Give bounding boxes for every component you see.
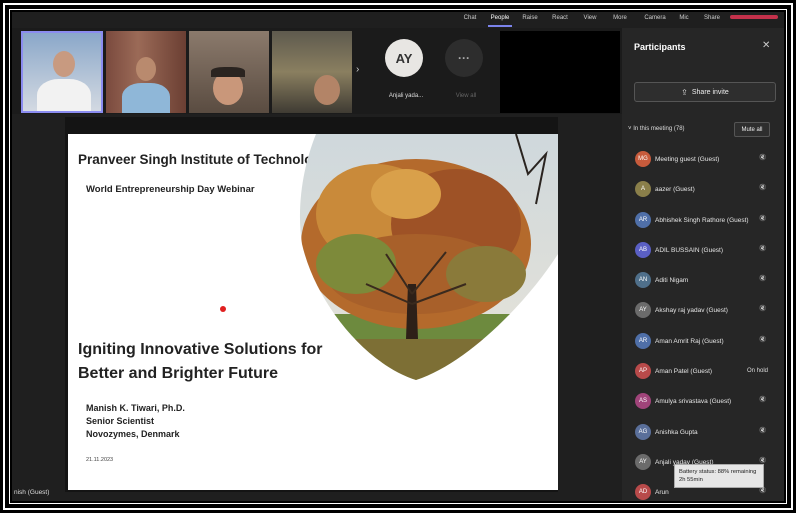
person-hair bbox=[211, 67, 245, 77]
share-icon: ⇪ bbox=[681, 87, 688, 97]
participant-avatar: AG bbox=[635, 423, 651, 440]
leave-button[interactable] bbox=[730, 15, 778, 19]
participant-avatar: AR bbox=[635, 211, 651, 228]
slide-subtitle: World Entrepreneurship Day Webinar bbox=[86, 184, 255, 195]
participant-list: MG Meeting guest (Guest) 🔇 Aaazer (Guest) 🔇 A… bbox=[622, 146, 784, 501]
toolbar-more-button[interactable]: More bbox=[602, 15, 638, 21]
video-gallery-strip: › AY Anjali yada... ··· View all bbox=[12, 28, 622, 114]
shared-content-stage: Pranveer Singh Institute of Technology W… bbox=[12, 114, 622, 501]
avatar: AY bbox=[385, 39, 423, 77]
participant-name: Akshay raj yadav (Guest) bbox=[655, 307, 728, 315]
mic-muted-icon: 🔇 bbox=[759, 215, 767, 222]
participant-row[interactable]: AN Aditi Nigam 🔇 bbox=[622, 267, 784, 297]
video-tile-participant-1[interactable] bbox=[21, 31, 103, 113]
mute-all-button[interactable]: Mute all bbox=[734, 122, 770, 137]
person-head bbox=[53, 51, 75, 77]
avatar-tile[interactable]: AY Anjali yada... bbox=[378, 31, 432, 113]
slide-institute: Pranveer Singh Institute of Technology bbox=[78, 152, 329, 167]
share-invite-button[interactable]: ⇪ Share invite bbox=[634, 82, 776, 102]
panel-title: Participants bbox=[634, 42, 686, 52]
mic-muted-icon: 🔇 bbox=[759, 185, 767, 192]
battery-status-line-2: 2h 55min bbox=[679, 477, 703, 483]
active-tab-indicator bbox=[488, 25, 512, 27]
in-meeting-section-toggle[interactable]: ˅ In this meeting (78) bbox=[628, 126, 685, 132]
presenter-name-tag: nish (Guest) bbox=[14, 489, 50, 496]
participant-row[interactable]: MG Meeting guest (Guest) 🔇 bbox=[622, 146, 784, 176]
participant-name: Arun bbox=[655, 489, 669, 497]
participant-name: Anishka Gupta bbox=[655, 428, 698, 436]
toolbar-share-button[interactable]: Share bbox=[694, 15, 730, 21]
video-tile-participant-3[interactable] bbox=[189, 31, 269, 113]
mic-muted-icon: 🔇 bbox=[759, 306, 767, 313]
participant-avatar: A bbox=[635, 181, 651, 198]
participant-row[interactable]: AG Anishka Gupta 🔇 bbox=[622, 419, 784, 449]
participant-row[interactable]: AP Aman Patel (Guest) On hold bbox=[622, 358, 784, 388]
participant-avatar: MG bbox=[635, 151, 651, 167]
participant-name: Amulya srivastava (Guest) bbox=[655, 398, 732, 406]
participant-row[interactable]: AY Akshay raj yadav (Guest) 🔇 bbox=[622, 297, 784, 327]
participant-avatar: AY bbox=[635, 453, 651, 470]
video-tile-participant-2[interactable] bbox=[106, 31, 186, 113]
mic-muted-icon: 🔇 bbox=[759, 155, 767, 161]
mic-muted-icon: 🔇 bbox=[759, 336, 767, 343]
battery-status-tooltip: Battery status: 88% remaining 2h 55min bbox=[674, 464, 764, 488]
mic-muted-icon: 🔇 bbox=[759, 276, 767, 283]
participants-panel: Participants ✕ ⇪ Share invite ˅ In this … bbox=[622, 28, 784, 501]
slide-title-line-1: Igniting Innovative Solutions for bbox=[78, 341, 323, 358]
author-name: Manish K. Tiwari, Ph.D. bbox=[86, 403, 185, 413]
avatar-tile-name: Anjali yada... bbox=[388, 93, 424, 99]
mic-muted-icon: 🔇 bbox=[759, 427, 767, 434]
participant-name: Abhishek Singh Rathore (Guest) bbox=[655, 216, 749, 224]
participant-row[interactable]: AS Amulya srivastava (Guest) 🔇 bbox=[622, 388, 784, 418]
slide-date: 21.11.2023 bbox=[86, 457, 114, 463]
participant-avatar: AY bbox=[635, 302, 651, 319]
participant-row[interactable]: AB ADIL BUSSAIN (Guest) 🔇 bbox=[622, 237, 784, 267]
person-head bbox=[136, 57, 156, 81]
mic-muted-icon: 🔇 bbox=[759, 397, 767, 404]
slide-author: Manish K. Tiwari, Ph.D. Senior Scientist… bbox=[86, 402, 185, 441]
participant-row[interactable]: Aaazer (Guest) 🔇 bbox=[622, 176, 784, 206]
person-head bbox=[314, 75, 340, 105]
participant-avatar: AR bbox=[635, 332, 651, 349]
chevron-right-icon[interactable]: › bbox=[356, 64, 359, 75]
tree-image bbox=[299, 134, 558, 380]
presentation-slide: Pranveer Singh Institute of Technology W… bbox=[68, 134, 558, 490]
participant-avatar: AS bbox=[635, 393, 651, 410]
in-meeting-section-label: In this meeting (78) bbox=[633, 126, 685, 132]
participant-status: On hold bbox=[747, 368, 769, 375]
participant-avatar: AP bbox=[635, 363, 651, 380]
mic-muted-icon: 🔇 bbox=[759, 488, 767, 495]
person-body bbox=[122, 83, 170, 113]
participant-name: aazer (Guest) bbox=[655, 186, 695, 194]
participant-name: ADIL BUSSAIN (Guest) bbox=[655, 246, 724, 254]
battery-status-line-1: Battery status: 88% remaining bbox=[679, 469, 757, 475]
participant-avatar: AN bbox=[635, 272, 651, 289]
participant-row[interactable]: AR Abhishek Singh Rathore (Guest) 🔇 bbox=[622, 207, 784, 237]
slide-title-line-2: Better and Brighter Future bbox=[78, 365, 279, 382]
participant-row[interactable]: AR Aman Amrit Raj (Guest) 🔇 bbox=[622, 328, 784, 358]
view-all-tile[interactable]: ··· View all bbox=[438, 31, 492, 113]
video-tile-participant-4[interactable] bbox=[272, 31, 352, 113]
author-org: Novozymes, Denmark bbox=[86, 429, 180, 439]
mic-muted-icon: 🔇 bbox=[759, 245, 767, 252]
chevron-down-icon: ˅ bbox=[628, 126, 632, 132]
participant-name: Meeting guest (Guest) bbox=[655, 156, 720, 163]
participant-name: Aman Amrit Raj (Guest) bbox=[655, 337, 724, 345]
more-dots-icon: ··· bbox=[445, 39, 483, 77]
meeting-window: Chat People Raise React View More Camera Mic Sha… bbox=[12, 12, 784, 501]
author-role: Senior Scientist bbox=[86, 416, 155, 426]
laser-pointer bbox=[220, 306, 226, 312]
share-invite-label: Share invite bbox=[691, 88, 729, 96]
meeting-control-bar: Chat People Raise React View More Camera Mic Sha… bbox=[12, 12, 784, 28]
person-body bbox=[37, 79, 91, 111]
participant-avatar: AB bbox=[635, 241, 651, 258]
blank-video-area bbox=[500, 31, 620, 113]
participant-name: Aditi Nigam bbox=[655, 277, 689, 285]
slide-title: Igniting Innovative Solutions for Better… bbox=[78, 338, 322, 386]
view-all-label: View all bbox=[455, 93, 477, 99]
participant-name: Aman Patel (Guest) bbox=[655, 368, 713, 376]
close-icon[interactable]: ✕ bbox=[762, 40, 770, 51]
mic-muted-icon: 🔇 bbox=[759, 457, 767, 464]
participant-avatar: AD bbox=[635, 484, 651, 501]
